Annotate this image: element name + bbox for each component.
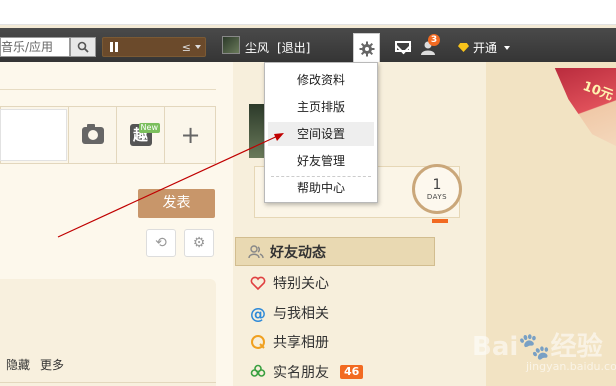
watermark: Bai🐾经验 (472, 332, 603, 362)
watermark-url: jingyan.baidu.com (526, 360, 616, 373)
